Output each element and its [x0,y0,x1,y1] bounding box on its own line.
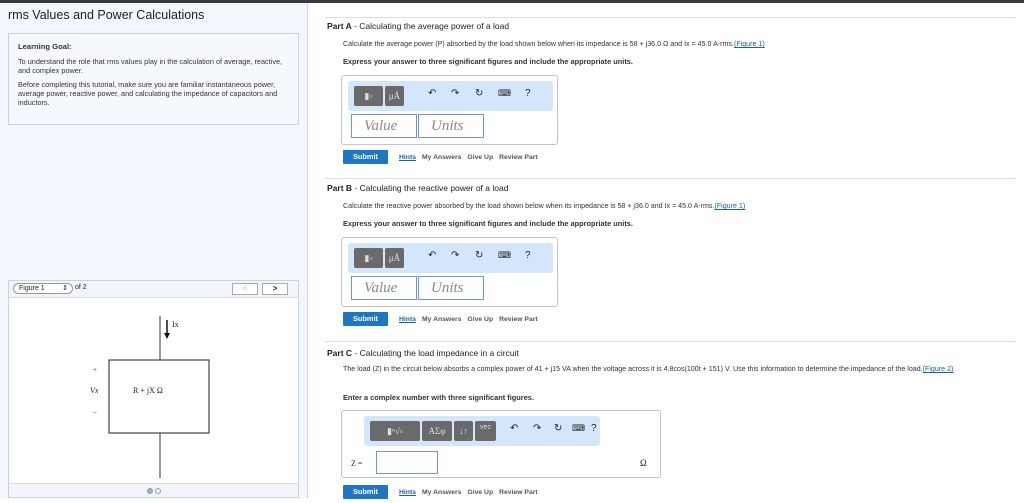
submit-button[interactable]: Submit [343,150,388,164]
divider [325,17,1015,18]
part-b-question: Calculate the reactive power absorbed by… [343,202,746,210]
part-a-actions: Submit Hints My Answers Give Up Review Part [343,150,544,164]
page-dot-1[interactable] [146,488,153,494]
divider [325,178,1015,179]
give-up-link[interactable]: Give Up [467,489,493,496]
part-a-question: Calculate the average power (P) absorbed… [343,40,765,48]
prev-figure-button[interactable]: < [232,283,258,295]
redo-icon[interactable]: ↷ [451,88,459,99]
part-c-instruction: Enter a complex number with three signif… [343,393,534,402]
submit-button[interactable]: Submit [343,485,388,499]
figure-header: Figure 1 ⇕ of 2 < > [9,281,298,298]
learning-goal-heading: Learning Goal: [18,42,72,51]
figure-pager [9,483,298,497]
current-label: Ix [172,320,179,329]
give-up-link[interactable]: Give Up [467,316,493,323]
figure-panel: Figure 1 ⇕ of 2 < > Ix R + jX Ω + Vx − [8,280,299,498]
undo-icon[interactable]: ↶ [510,423,518,434]
part-c-header: Part C - Calculating the load impedance … [327,348,519,358]
keyboard-icon[interactable]: ⌨ [572,423,585,434]
my-answers-link[interactable]: My Answers [422,489,461,496]
hints-link[interactable]: Hints [399,316,416,323]
part-a-instruction: Express your answer to three significant… [343,57,633,66]
part-a-answer-box: ▮▫ μÅ ↶ ↷ ↻ ⌨ ? Value Units [341,75,558,145]
part-c-question: The load (Z) in the circuit below absorb… [343,365,954,373]
keyboard-icon[interactable]: ⌨ [498,250,511,261]
part-c-actions: Submit Hints My Answers Give Up Review Part [343,485,544,499]
figure-1-link[interactable]: (Figure 1) [734,40,765,48]
review-part-link[interactable]: Review Part [499,489,538,496]
z-label: Z = [351,459,363,468]
arrows-button[interactable]: ↓↑ [454,421,473,441]
help-icon[interactable]: ? [525,250,531,261]
help-icon[interactable]: ? [525,88,531,99]
undo-icon[interactable]: ↶ [428,88,436,99]
figure-select[interactable]: Figure 1 ⇕ [13,283,73,294]
keyboard-icon[interactable]: ⌨ [498,88,511,99]
reset-icon[interactable]: ↻ [475,88,483,99]
template-button[interactable]: ▮▫ [354,248,383,268]
divider [325,341,1015,342]
ohm-unit: Ω [640,458,647,468]
math-toolbar: ▮ⁿ√▫ AΣφ ↓↑ vec ↶ ↷ ↻ ⌨ ? [364,416,600,446]
greek-button[interactable]: AΣφ [422,421,452,441]
page-dot-2[interactable] [154,488,161,494]
undo-icon[interactable]: ↶ [428,250,436,261]
hints-link[interactable]: Hints [399,489,416,496]
review-part-link[interactable]: Review Part [499,316,538,323]
figure-2-link[interactable]: (Figure 2) [923,365,954,373]
my-answers-link[interactable]: My Answers [422,316,461,323]
minus-label: − [93,409,97,417]
part-b-actions: Submit Hints My Answers Give Up Review Part [343,312,544,326]
part-b-answer-box: ▮▫ μÅ ↶ ↷ ↻ ⌨ ? Value Units [341,237,558,307]
my-answers-link[interactable]: My Answers [422,154,461,161]
units-button[interactable]: μÅ [385,248,404,268]
figure-1-link[interactable]: (Figure 1) [714,202,745,210]
hints-link[interactable]: Hints [399,154,416,161]
vector-button[interactable]: vec [475,421,496,441]
impedance-label: R + jX Ω [133,386,163,395]
part-a-header: Part A - Calculating the average power o… [327,21,510,31]
value-input[interactable]: Value [351,114,417,138]
plus-label: + [93,366,97,374]
part-b-header: Part B - Calculating the reactive power … [327,183,509,193]
math-toolbar: ▮▫ μÅ ↶ ↷ ↻ ⌨ ? [348,243,553,273]
learning-goal-prereq: Before completing this tutorial, make su… [18,80,278,107]
learning-goal-text: To understand the role that rms values p… [18,57,283,75]
units-input[interactable]: Units [418,276,484,300]
figure-count: of 2 [75,284,87,291]
help-icon[interactable]: ? [591,423,597,434]
part-b-instruction: Express your answer to three significant… [343,219,633,228]
template-button[interactable]: ▮▫ [354,86,383,106]
template-button[interactable]: ▮ⁿ√▫ [370,421,420,441]
learning-goal: Learning Goal: To understand the role th… [8,33,299,125]
voltage-label: Vx [90,386,99,395]
redo-icon[interactable]: ↷ [451,250,459,261]
page-title: rms Values and Power Calculations [8,8,205,22]
review-part-link[interactable]: Review Part [499,154,538,161]
next-figure-button[interactable]: > [262,283,288,295]
units-input[interactable]: Units [418,114,484,138]
give-up-link[interactable]: Give Up [467,154,493,161]
units-button[interactable]: μÅ [385,86,404,106]
reset-icon[interactable]: ↻ [475,250,483,261]
redo-icon[interactable]: ↷ [533,423,541,434]
part-c-answer-box: ▮ⁿ√▫ AΣφ ↓↑ vec ↶ ↷ ↻ ⌨ ? Z = Ω [341,410,661,478]
submit-button[interactable]: Submit [343,312,388,326]
reset-icon[interactable]: ↻ [554,423,562,434]
math-toolbar: ▮▫ μÅ ↶ ↷ ↻ ⌨ ? [348,81,553,111]
impedance-input[interactable] [376,451,438,474]
value-input[interactable]: Value [351,276,417,300]
